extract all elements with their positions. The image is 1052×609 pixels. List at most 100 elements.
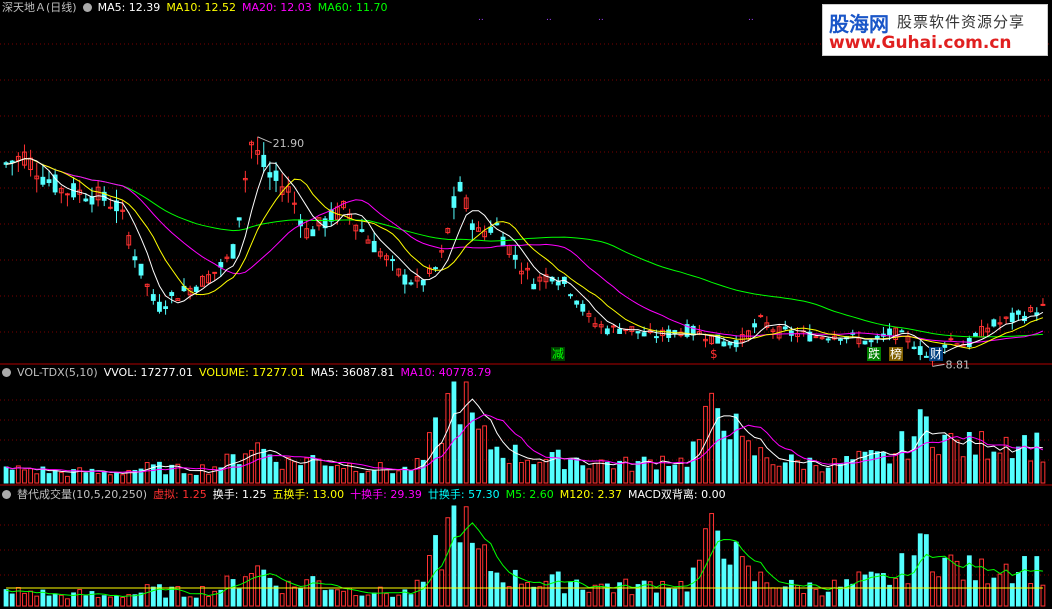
volume-bar-down xyxy=(923,416,929,484)
turnover-label-6: M120: 2.37 xyxy=(559,488,622,501)
turnover-bar-down xyxy=(568,581,573,607)
volume-bar-down xyxy=(9,469,15,484)
volume-bar-up xyxy=(930,446,935,484)
high-pointer xyxy=(257,136,272,144)
volume-bar-up xyxy=(255,442,261,484)
turnover-bar-up xyxy=(997,573,1003,607)
turnover-bar-up xyxy=(703,528,708,607)
candle-down xyxy=(83,198,89,202)
volume-bar-up xyxy=(34,473,40,484)
volume-bar-down xyxy=(973,454,978,484)
volume-title[interactable]: VOL-TDX(5,10) xyxy=(17,366,98,379)
candle-down xyxy=(230,244,236,259)
volume-bar-up xyxy=(611,468,616,484)
volume-bar-down xyxy=(1022,435,1027,484)
candle-down xyxy=(408,282,414,285)
volume-bar-down xyxy=(752,455,757,484)
turnover-bar-down xyxy=(101,595,107,607)
candle-down xyxy=(838,338,843,341)
candle-down xyxy=(727,341,733,346)
turnover-bar-up xyxy=(353,595,359,607)
candle-down xyxy=(9,160,15,164)
volume-bar-up xyxy=(519,462,524,484)
volume-bar-up xyxy=(445,393,451,484)
turnover-bar-up xyxy=(285,580,291,607)
stock-title[interactable]: 深天地Ａ(日线) xyxy=(2,1,77,14)
candle-down xyxy=(261,154,267,168)
turnover-bar-down xyxy=(580,589,586,607)
volume-label-3: MA10: 40778.79 xyxy=(400,366,492,379)
volume-bar-down xyxy=(328,466,334,484)
turnover-bar-up xyxy=(107,596,113,607)
turnover-bar-up xyxy=(746,565,751,607)
candle-down xyxy=(1009,312,1015,323)
volume-bar-down xyxy=(899,431,905,484)
turnover-bar-down xyxy=(1022,556,1027,607)
turnover-bar-up xyxy=(948,554,954,607)
volume-bar-up xyxy=(120,474,126,484)
volume-bar-up xyxy=(206,473,211,484)
turnover-panel-header: 替代成交量(10,5,20,250) 虚拟: 1.25 换手: 1.25 五换手: 1… xyxy=(2,488,738,502)
turnover-bar-down xyxy=(420,581,426,607)
volume-bar-up xyxy=(285,457,291,484)
turnover-bar-up xyxy=(856,571,862,607)
turnover-bar-up xyxy=(831,579,837,607)
turnover-bar-up xyxy=(476,548,481,607)
candle-down xyxy=(862,340,868,345)
turnover-bar-up xyxy=(187,596,193,607)
volume-bar-down xyxy=(531,464,537,484)
volume-bar-up xyxy=(709,392,715,484)
candle-down xyxy=(46,179,52,184)
volume-bar-up xyxy=(334,464,340,484)
settings-circle-icon[interactable] xyxy=(2,490,11,499)
turnover-bar-down xyxy=(672,588,678,607)
volume-bar-up xyxy=(58,471,64,484)
signal-dots: .. xyxy=(748,13,754,23)
volume-bar-up xyxy=(936,454,942,484)
turnover-bar-down xyxy=(132,594,138,607)
volume-bar-up xyxy=(396,470,402,484)
turnover-bar-up xyxy=(65,598,70,607)
signal-text: 财 xyxy=(930,347,942,361)
candle-down xyxy=(310,229,316,237)
volume-bar-up xyxy=(764,457,770,484)
turnover-bar-down xyxy=(555,571,561,607)
turnover-label-3: 十换手: 29.39 xyxy=(350,488,422,501)
candle-down xyxy=(433,267,438,270)
turnover-bar-up xyxy=(347,587,353,607)
volume-bar-down xyxy=(635,461,641,484)
volume-bar-up xyxy=(746,440,751,484)
volume-bar-down xyxy=(580,465,586,484)
volume-bar-up xyxy=(476,428,481,484)
volume-bar-down xyxy=(1009,458,1015,484)
turnover-bar-down xyxy=(390,596,395,607)
volume-bar-down xyxy=(359,473,365,484)
turnover-bar-down xyxy=(942,557,948,607)
guhai-logo: 股海网 股票软件资源分享 www.Guhai.com.cn xyxy=(822,4,1048,56)
signal-dots: .. xyxy=(546,13,552,23)
turnover-bar-up xyxy=(519,583,524,607)
turnover-bar-down xyxy=(46,595,52,607)
candle-down xyxy=(654,336,659,339)
settings-circle-icon[interactable] xyxy=(82,3,92,12)
volume-bar-down xyxy=(568,459,573,484)
candle-down xyxy=(911,346,917,349)
volume-bar-up xyxy=(997,452,1003,484)
volume-bar-down xyxy=(788,454,794,484)
turnover-bar-down xyxy=(488,571,494,607)
kline-chart[interactable]: 21.90 8.81...... .. 减 $ 跌榜 财 xyxy=(0,0,1052,609)
candle-up xyxy=(65,193,70,196)
volume-bar-up xyxy=(65,475,70,484)
volume-bar-up xyxy=(543,458,549,484)
candle-down xyxy=(604,328,610,335)
volume-bar-down xyxy=(322,465,328,484)
candle-down xyxy=(574,300,580,305)
turnover-label-5: M5: 2.60 xyxy=(505,488,554,501)
volume-bar-up xyxy=(623,456,629,484)
settings-circle-icon[interactable] xyxy=(2,368,11,377)
turnover-bar-up xyxy=(936,576,942,607)
volume-bar-down xyxy=(617,460,622,484)
turnover-title[interactable]: 替代成交量(10,5,20,250) xyxy=(17,488,147,501)
turnover-bar-down xyxy=(721,558,727,607)
volume-bar-up xyxy=(353,470,359,484)
